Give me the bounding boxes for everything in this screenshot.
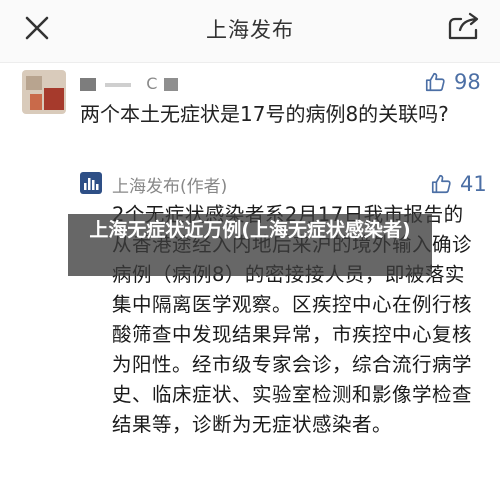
answer-like-button[interactable]: 41 [430, 172, 487, 196]
page-title: 上海发布 [206, 18, 294, 42]
thumbs-up-icon [425, 72, 445, 92]
top-bar: 上海发布 [0, 0, 500, 63]
question-like-button[interactable]: 98 [424, 70, 481, 94]
caption-overlay: 上海无症状近万例(上海无症状感染者) [68, 214, 432, 276]
question-like-count: 98 [454, 70, 481, 94]
question-text: 两个本土无症状是17号的病例8的关联吗? [80, 102, 449, 126]
question-user-name[interactable]: C [80, 74, 179, 93]
question-username-text: C [146, 74, 158, 93]
overlay-caption: 上海无症状近万例(上海无症状感染者) [89, 219, 411, 241]
thumbs-up-icon [431, 174, 451, 194]
username-blur-2 [105, 82, 132, 87]
username-blur-3 [164, 78, 179, 91]
avatar[interactable] [22, 70, 66, 114]
answer-author[interactable]: 上海发布(作者) [112, 172, 227, 197]
share-icon[interactable] [446, 12, 482, 44]
username-blur-1 [80, 78, 96, 91]
answer-like-count: 41 [460, 172, 487, 196]
author-logo-icon [80, 172, 102, 194]
